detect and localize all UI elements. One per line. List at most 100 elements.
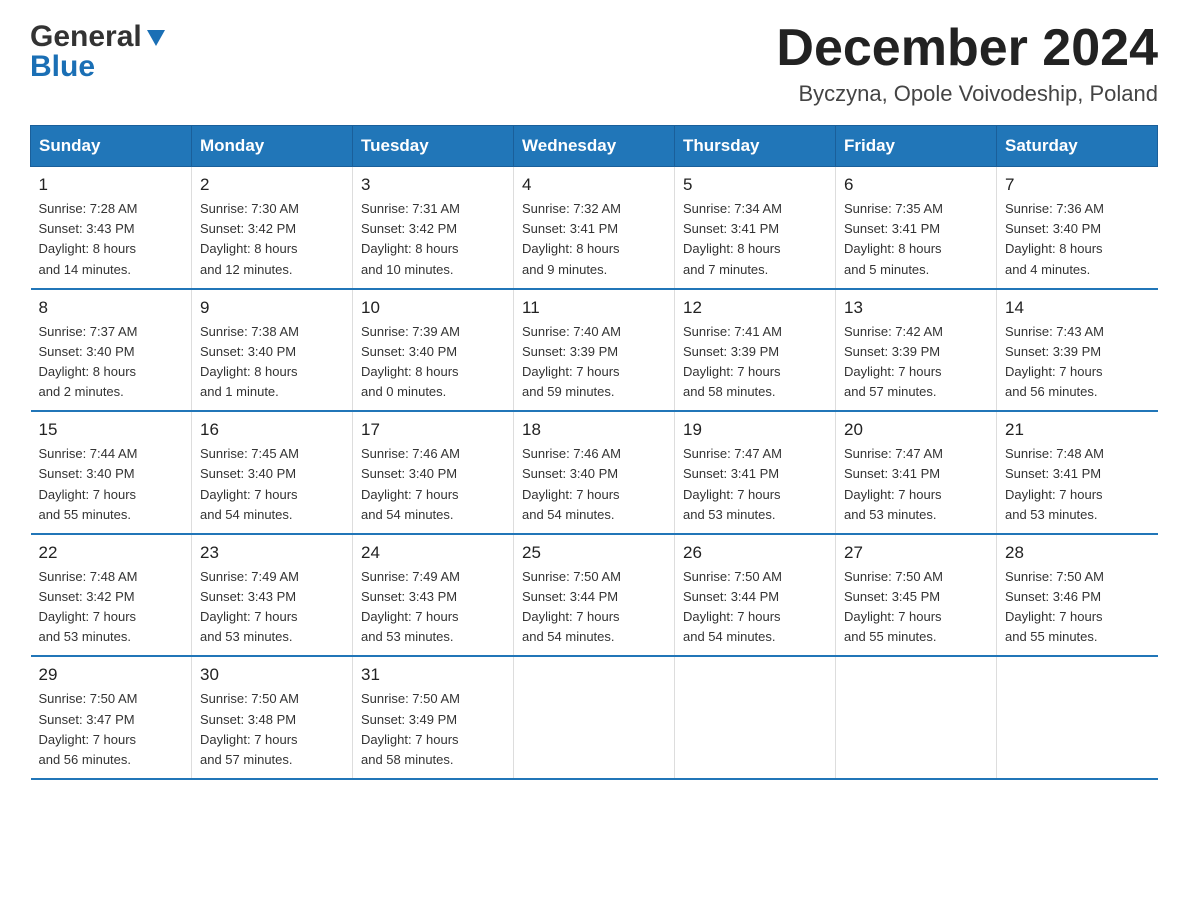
table-row: 12 Sunrise: 7:41 AMSunset: 3:39 PMDaylig… <box>675 289 836 412</box>
table-row <box>836 656 997 779</box>
day-info: Sunrise: 7:40 AMSunset: 3:39 PMDaylight:… <box>522 324 621 399</box>
day-number: 12 <box>683 298 827 318</box>
table-row: 21 Sunrise: 7:48 AMSunset: 3:41 PMDaylig… <box>997 411 1158 534</box>
day-number: 6 <box>844 175 988 195</box>
day-info: Sunrise: 7:50 AMSunset: 3:47 PMDaylight:… <box>39 691 138 766</box>
day-info: Sunrise: 7:49 AMSunset: 3:43 PMDaylight:… <box>200 569 299 644</box>
day-info: Sunrise: 7:30 AMSunset: 3:42 PMDaylight:… <box>200 201 299 276</box>
table-row: 17 Sunrise: 7:46 AMSunset: 3:40 PMDaylig… <box>353 411 514 534</box>
day-info: Sunrise: 7:31 AMSunset: 3:42 PMDaylight:… <box>361 201 460 276</box>
day-info: Sunrise: 7:28 AMSunset: 3:43 PMDaylight:… <box>39 201 138 276</box>
logo-arrow-icon <box>145 26 167 53</box>
day-info: Sunrise: 7:49 AMSunset: 3:43 PMDaylight:… <box>361 569 460 644</box>
day-info: Sunrise: 7:43 AMSunset: 3:39 PMDaylight:… <box>1005 324 1104 399</box>
table-row: 23 Sunrise: 7:49 AMSunset: 3:43 PMDaylig… <box>192 534 353 657</box>
day-number: 25 <box>522 543 666 563</box>
col-tuesday: Tuesday <box>353 126 514 167</box>
day-info: Sunrise: 7:32 AMSunset: 3:41 PMDaylight:… <box>522 201 621 276</box>
day-number: 24 <box>361 543 505 563</box>
day-number: 14 <box>1005 298 1150 318</box>
col-thursday: Thursday <box>675 126 836 167</box>
day-number: 13 <box>844 298 988 318</box>
day-number: 1 <box>39 175 184 195</box>
table-row: 10 Sunrise: 7:39 AMSunset: 3:40 PMDaylig… <box>353 289 514 412</box>
table-row: 22 Sunrise: 7:48 AMSunset: 3:42 PMDaylig… <box>31 534 192 657</box>
table-row: 28 Sunrise: 7:50 AMSunset: 3:46 PMDaylig… <box>997 534 1158 657</box>
table-row <box>514 656 675 779</box>
table-row: 8 Sunrise: 7:37 AMSunset: 3:40 PMDayligh… <box>31 289 192 412</box>
calendar-header-row: Sunday Monday Tuesday Wednesday Thursday… <box>31 126 1158 167</box>
table-row: 20 Sunrise: 7:47 AMSunset: 3:41 PMDaylig… <box>836 411 997 534</box>
day-info: Sunrise: 7:50 AMSunset: 3:48 PMDaylight:… <box>200 691 299 766</box>
day-info: Sunrise: 7:36 AMSunset: 3:40 PMDaylight:… <box>1005 201 1104 276</box>
table-row: 11 Sunrise: 7:40 AMSunset: 3:39 PMDaylig… <box>514 289 675 412</box>
day-info: Sunrise: 7:50 AMSunset: 3:46 PMDaylight:… <box>1005 569 1104 644</box>
day-number: 16 <box>200 420 344 440</box>
day-number: 26 <box>683 543 827 563</box>
day-number: 3 <box>361 175 505 195</box>
day-info: Sunrise: 7:50 AMSunset: 3:44 PMDaylight:… <box>522 569 621 644</box>
title-area: December 2024 Byczyna, Opole Voivodeship… <box>776 20 1158 107</box>
day-number: 28 <box>1005 543 1150 563</box>
table-row: 2 Sunrise: 7:30 AMSunset: 3:42 PMDayligh… <box>192 167 353 289</box>
header: General Blue December 2024 Byczyna, Opol… <box>30 20 1158 107</box>
day-number: 4 <box>522 175 666 195</box>
table-row: 24 Sunrise: 7:49 AMSunset: 3:43 PMDaylig… <box>353 534 514 657</box>
day-number: 5 <box>683 175 827 195</box>
table-row: 14 Sunrise: 7:43 AMSunset: 3:39 PMDaylig… <box>997 289 1158 412</box>
table-row: 16 Sunrise: 7:45 AMSunset: 3:40 PMDaylig… <box>192 411 353 534</box>
col-saturday: Saturday <box>997 126 1158 167</box>
day-number: 11 <box>522 298 666 318</box>
day-info: Sunrise: 7:35 AMSunset: 3:41 PMDaylight:… <box>844 201 943 276</box>
logo-blue-text: Blue <box>30 50 95 84</box>
day-number: 15 <box>39 420 184 440</box>
table-row <box>675 656 836 779</box>
day-number: 7 <box>1005 175 1150 195</box>
col-monday: Monday <box>192 126 353 167</box>
table-row: 3 Sunrise: 7:31 AMSunset: 3:42 PMDayligh… <box>353 167 514 289</box>
day-number: 31 <box>361 665 505 685</box>
day-number: 22 <box>39 543 184 563</box>
day-info: Sunrise: 7:50 AMSunset: 3:45 PMDaylight:… <box>844 569 943 644</box>
month-title: December 2024 <box>776 20 1158 77</box>
day-info: Sunrise: 7:50 AMSunset: 3:44 PMDaylight:… <box>683 569 782 644</box>
table-row: 13 Sunrise: 7:42 AMSunset: 3:39 PMDaylig… <box>836 289 997 412</box>
day-number: 20 <box>844 420 988 440</box>
day-info: Sunrise: 7:44 AMSunset: 3:40 PMDaylight:… <box>39 446 138 521</box>
logo-general-text: General <box>30 20 142 54</box>
day-number: 8 <box>39 298 184 318</box>
day-number: 27 <box>844 543 988 563</box>
day-info: Sunrise: 7:34 AMSunset: 3:41 PMDaylight:… <box>683 201 782 276</box>
location-title: Byczyna, Opole Voivodeship, Poland <box>776 81 1158 107</box>
table-row: 5 Sunrise: 7:34 AMSunset: 3:41 PMDayligh… <box>675 167 836 289</box>
day-info: Sunrise: 7:47 AMSunset: 3:41 PMDaylight:… <box>844 446 943 521</box>
day-number: 19 <box>683 420 827 440</box>
day-number: 21 <box>1005 420 1150 440</box>
day-info: Sunrise: 7:39 AMSunset: 3:40 PMDaylight:… <box>361 324 460 399</box>
day-info: Sunrise: 7:42 AMSunset: 3:39 PMDaylight:… <box>844 324 943 399</box>
day-info: Sunrise: 7:45 AMSunset: 3:40 PMDaylight:… <box>200 446 299 521</box>
day-info: Sunrise: 7:50 AMSunset: 3:49 PMDaylight:… <box>361 691 460 766</box>
day-info: Sunrise: 7:48 AMSunset: 3:42 PMDaylight:… <box>39 569 138 644</box>
day-info: Sunrise: 7:46 AMSunset: 3:40 PMDaylight:… <box>361 446 460 521</box>
col-friday: Friday <box>836 126 997 167</box>
day-info: Sunrise: 7:38 AMSunset: 3:40 PMDaylight:… <box>200 324 299 399</box>
day-info: Sunrise: 7:46 AMSunset: 3:40 PMDaylight:… <box>522 446 621 521</box>
day-info: Sunrise: 7:41 AMSunset: 3:39 PMDaylight:… <box>683 324 782 399</box>
table-row: 31 Sunrise: 7:50 AMSunset: 3:49 PMDaylig… <box>353 656 514 779</box>
col-sunday: Sunday <box>31 126 192 167</box>
table-row: 27 Sunrise: 7:50 AMSunset: 3:45 PMDaylig… <box>836 534 997 657</box>
table-row <box>997 656 1158 779</box>
col-wednesday: Wednesday <box>514 126 675 167</box>
table-row: 1 Sunrise: 7:28 AMSunset: 3:43 PMDayligh… <box>31 167 192 289</box>
day-number: 9 <box>200 298 344 318</box>
day-info: Sunrise: 7:48 AMSunset: 3:41 PMDaylight:… <box>1005 446 1104 521</box>
calendar-table: Sunday Monday Tuesday Wednesday Thursday… <box>30 125 1158 780</box>
table-row: 29 Sunrise: 7:50 AMSunset: 3:47 PMDaylig… <box>31 656 192 779</box>
table-row: 18 Sunrise: 7:46 AMSunset: 3:40 PMDaylig… <box>514 411 675 534</box>
table-row: 25 Sunrise: 7:50 AMSunset: 3:44 PMDaylig… <box>514 534 675 657</box>
day-number: 17 <box>361 420 505 440</box>
day-number: 2 <box>200 175 344 195</box>
table-row: 15 Sunrise: 7:44 AMSunset: 3:40 PMDaylig… <box>31 411 192 534</box>
logo: General Blue <box>30 20 167 84</box>
